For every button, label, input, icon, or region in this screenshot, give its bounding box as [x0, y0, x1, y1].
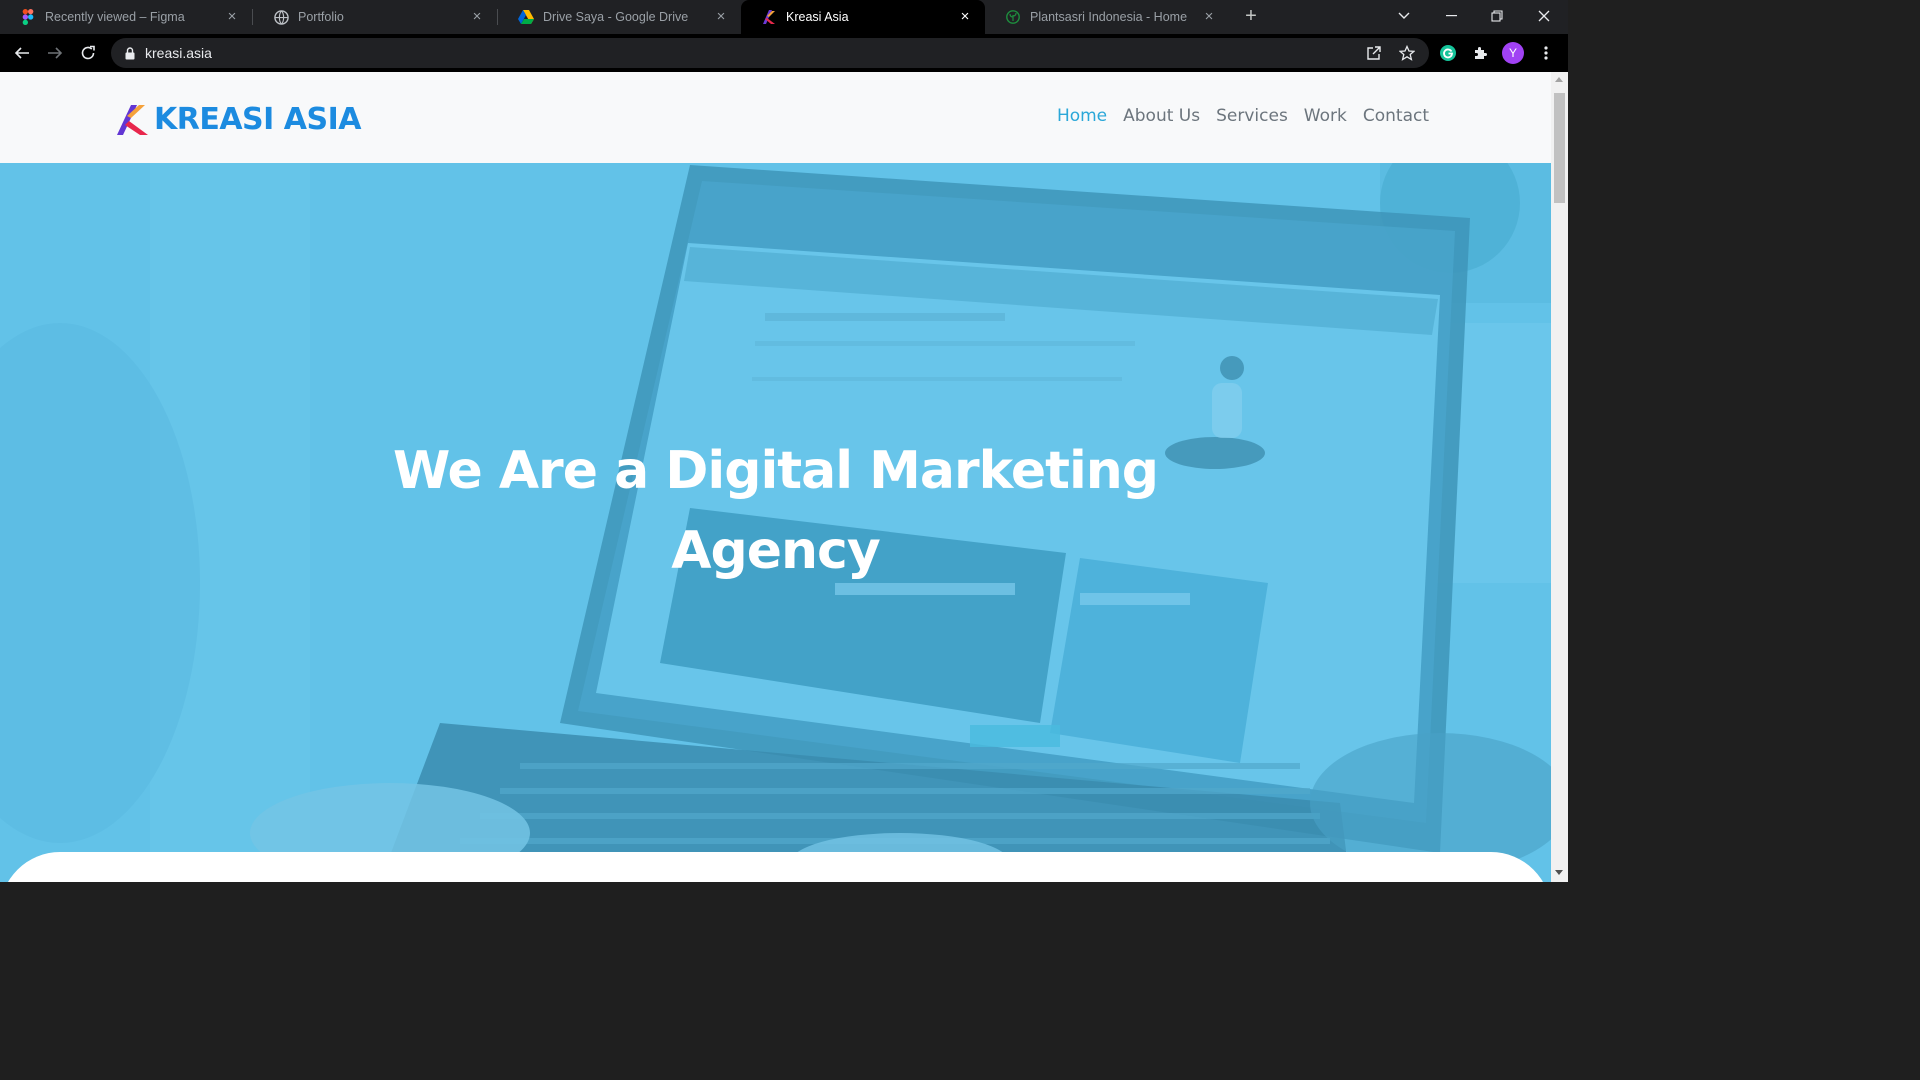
tab-plantsasri[interactable]: Plantsasri Indonesia - Home ×	[985, 0, 1229, 34]
scroll-up-arrow-icon[interactable]	[1555, 77, 1563, 82]
share-button[interactable]	[1362, 41, 1386, 65]
arrow-right-icon	[48, 47, 63, 59]
puzzle-icon	[1475, 47, 1487, 59]
lock-icon	[123, 45, 137, 61]
main-nav: Home About Us Services Work Contact	[1057, 106, 1429, 126]
tab-title: Portfolio	[298, 10, 344, 24]
site-header: KREASI ASIA Home About Us Services Work …	[0, 72, 1551, 163]
tab-figma[interactable]: Recently viewed – Figma ×	[0, 0, 252, 34]
extension-grammarly-button[interactable]	[1436, 41, 1460, 65]
back-button[interactable]	[10, 41, 34, 65]
reload-button[interactable]	[76, 41, 100, 65]
hero-title-line-1: We Are a Digital Marketing	[392, 441, 1159, 501]
logo-text: KREASI ASIA	[154, 102, 361, 137]
url-text: kreasi.asia	[145, 45, 212, 61]
site-logo[interactable]: KREASI ASIA	[115, 104, 361, 136]
hero-title: We Are a Digital Marketing Agency	[0, 431, 1551, 591]
restore-button[interactable]	[1474, 0, 1520, 32]
google-drive-icon	[518, 9, 534, 25]
kebab-menu-icon	[1544, 46, 1548, 60]
hero-title-line-2: Agency	[671, 521, 880, 581]
minimize-icon	[1445, 15, 1457, 17]
address-bar[interactable]: kreasi.asia	[111, 38, 1429, 68]
nav-services[interactable]: Services	[1216, 106, 1288, 126]
close-tab-icon[interactable]: ×	[957, 9, 973, 25]
restore-icon	[1491, 10, 1503, 22]
close-tab-icon[interactable]: ×	[469, 9, 485, 25]
page-scrollbar[interactable]	[1551, 72, 1568, 882]
chevron-down-icon	[1398, 12, 1410, 19]
new-tab-button[interactable]: +	[1238, 5, 1264, 29]
tab-title: Plantsasri Indonesia - Home	[1030, 10, 1188, 24]
nav-home[interactable]: Home	[1057, 106, 1107, 126]
forward-button[interactable]	[43, 41, 67, 65]
plantsasri-icon	[1005, 9, 1021, 25]
page-viewport: KREASI ASIA Home About Us Services Work …	[0, 72, 1551, 882]
nav-work[interactable]: Work	[1304, 106, 1347, 126]
scrollbar-thumb[interactable]	[1554, 93, 1565, 203]
bookmark-button[interactable]	[1395, 41, 1419, 65]
tab-google-drive[interactable]: Drive Saya - Google Drive ×	[498, 0, 741, 34]
kreasi-asia-icon	[761, 9, 777, 25]
nav-contact[interactable]: Contact	[1363, 106, 1429, 126]
hero-section: We Are a Digital Marketing Agency	[0, 163, 1551, 882]
share-icon	[1367, 46, 1381, 60]
extensions-button[interactable]	[1468, 41, 1492, 65]
globe-icon	[273, 9, 289, 25]
tab-title: Kreasi Asia	[786, 10, 849, 24]
nav-about-us[interactable]: About Us	[1123, 106, 1200, 126]
tab-title: Recently viewed – Figma	[45, 10, 185, 24]
browser-toolbar: kreasi.asia	[0, 34, 1568, 72]
close-tab-icon[interactable]: ×	[713, 9, 729, 25]
kreasi-logo-mark-icon	[117, 105, 148, 135]
tab-title: Drive Saya - Google Drive	[543, 10, 689, 24]
star-icon	[1399, 45, 1415, 61]
tab-search-button[interactable]	[1381, 0, 1427, 32]
figma-icon	[20, 9, 36, 25]
close-tab-icon[interactable]: ×	[1201, 9, 1217, 25]
close-tab-icon[interactable]: ×	[224, 9, 240, 25]
arrow-left-icon	[14, 47, 29, 59]
close-icon	[1538, 10, 1550, 22]
profile-avatar[interactable]: Y	[1502, 42, 1524, 64]
minimize-button[interactable]	[1428, 0, 1474, 32]
scroll-down-arrow-icon[interactable]	[1555, 870, 1563, 875]
grammarly-icon	[1440, 45, 1456, 61]
tab-portfolio[interactable]: Portfolio ×	[253, 0, 497, 34]
browser-tab-strip: Recently viewed – Figma × Portfolio × Dr…	[0, 0, 1568, 34]
tab-kreasi-asia[interactable]: Kreasi Asia ×	[741, 0, 985, 34]
close-window-button[interactable]	[1521, 0, 1567, 32]
reload-icon	[81, 45, 95, 60]
hero-bottom-curve	[0, 852, 1551, 882]
browser-menu-button[interactable]	[1534, 41, 1558, 65]
